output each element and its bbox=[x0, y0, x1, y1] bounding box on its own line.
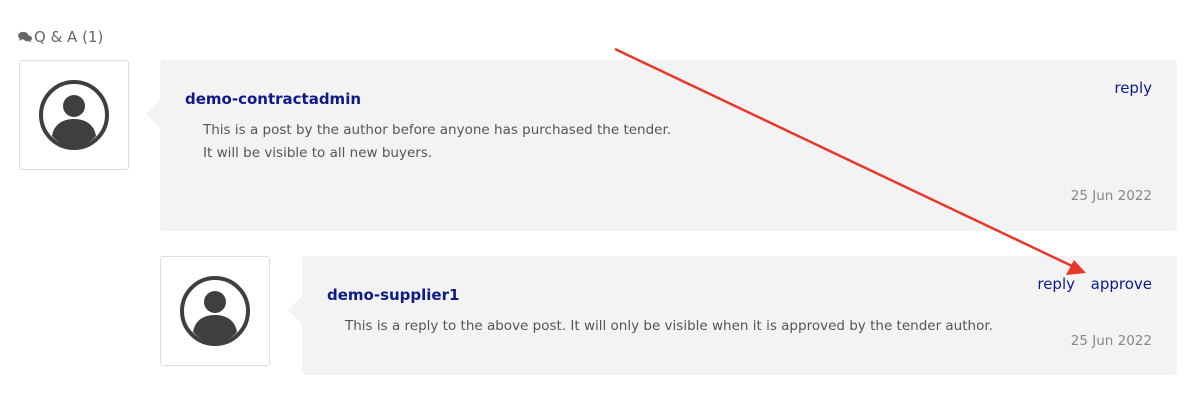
user-avatar-icon bbox=[180, 276, 250, 346]
comment-text: This is a reply to the above post. It wi… bbox=[345, 315, 993, 338]
comments-icon bbox=[18, 31, 32, 43]
comment-text: This is a post by the author before anyo… bbox=[203, 119, 671, 165]
avatar bbox=[160, 256, 270, 366]
comment-date: 25 Jun 2022 bbox=[1070, 333, 1152, 349]
comment-line: It will be visible to all new buyers. bbox=[203, 145, 433, 161]
comment-author[interactable]: demo-supplier1 bbox=[327, 286, 459, 304]
user-avatar-icon bbox=[39, 80, 109, 150]
comment-line: This is a reply to the above post. It wi… bbox=[345, 318, 993, 334]
comment-line: This is a post by the author before anyo… bbox=[203, 122, 672, 138]
reply-button[interactable]: reply bbox=[1037, 275, 1075, 293]
bubble-pointer bbox=[146, 100, 160, 128]
comment-bubble: demo-contractadmin This is a post by the… bbox=[146, 60, 1177, 231]
bubble-pointer bbox=[288, 296, 302, 324]
avatar bbox=[19, 60, 129, 170]
qa-section-title: Q & A (1) bbox=[34, 28, 104, 46]
qa-section-header: Q & A (1) bbox=[18, 28, 103, 46]
comment-author[interactable]: demo-contractadmin bbox=[185, 90, 361, 108]
comment-date: 25 Jun 2022 bbox=[1070, 188, 1152, 204]
reply-bubble: demo-supplier1 This is a reply to the ab… bbox=[288, 256, 1177, 375]
approve-button[interactable]: approve bbox=[1091, 275, 1152, 293]
reply-button[interactable]: reply bbox=[1114, 79, 1152, 97]
